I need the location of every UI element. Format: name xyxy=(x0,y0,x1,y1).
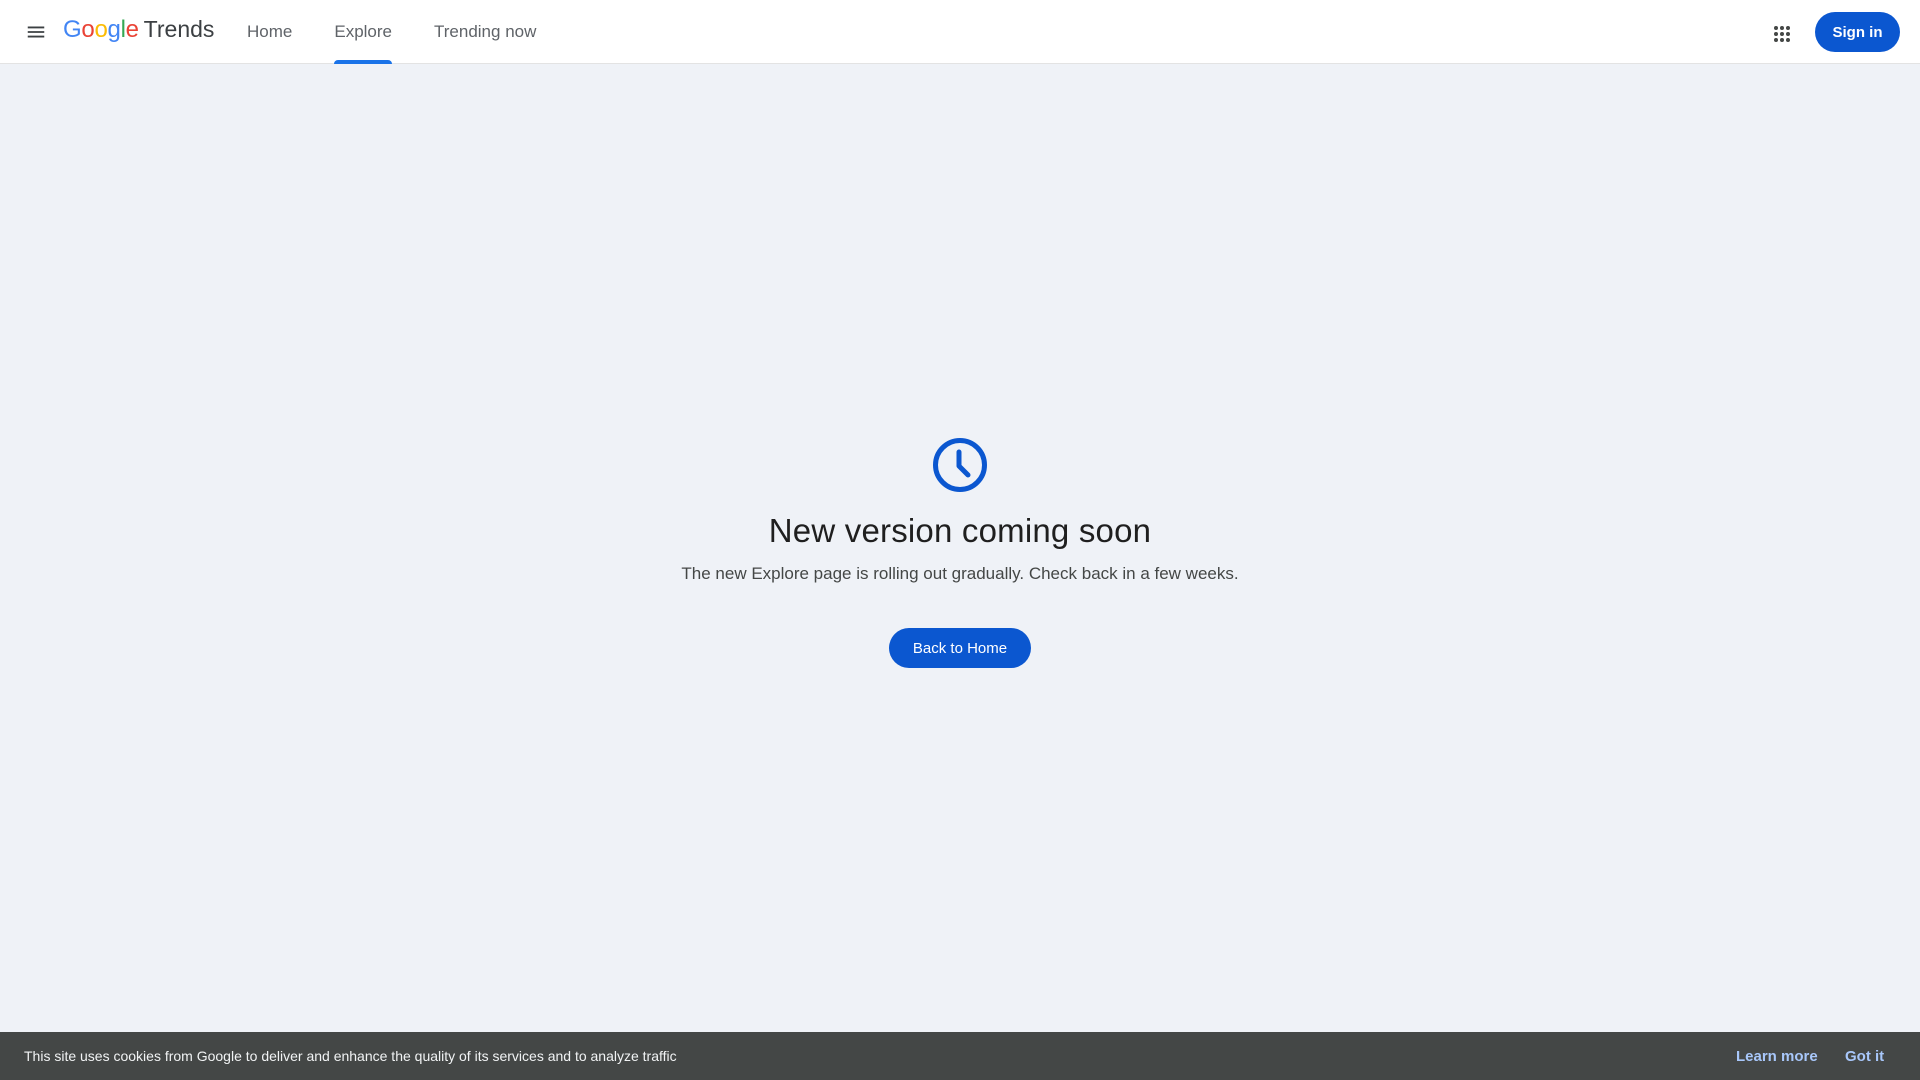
google-logo-letter: e xyxy=(125,16,139,43)
active-tab-indicator xyxy=(334,60,392,64)
top-app-bar: Google Trends Home Explore Trending now … xyxy=(0,0,1920,64)
got-it-button[interactable]: Got it xyxy=(1845,1048,1884,1065)
google-logo-letter: o xyxy=(81,16,95,43)
hamburger-menu-icon xyxy=(27,26,45,38)
google-wordmark: Google xyxy=(63,16,139,44)
google-logo-letter: g xyxy=(107,16,121,43)
cookie-banner: This site uses cookies from Google to de… xyxy=(0,1032,1920,1080)
clock-icon xyxy=(933,438,987,492)
tab-trending-now-label: Trending now xyxy=(434,22,537,41)
learn-more-link[interactable]: Learn more xyxy=(1736,1048,1818,1065)
tab-home[interactable]: Home xyxy=(226,0,313,64)
sign-in-button[interactable]: Sign in xyxy=(1815,12,1900,52)
cookie-notice-text: This site uses cookies from Google to de… xyxy=(24,1048,677,1064)
tab-explore-label: Explore xyxy=(334,22,392,41)
google-logo-letter: o xyxy=(94,16,108,43)
coming-soon-panel: New version coming soon The new Explore … xyxy=(0,437,1920,668)
tab-explore[interactable]: Explore xyxy=(313,0,413,64)
google-trends-logo[interactable]: Google Trends xyxy=(63,16,214,48)
google-apps-button[interactable] xyxy=(1762,14,1802,54)
back-to-home-button[interactable]: Back to Home xyxy=(888,628,1032,668)
page-heading: New version coming soon xyxy=(768,512,1152,549)
main-menu-button[interactable] xyxy=(18,14,54,50)
tab-home-label: Home xyxy=(247,22,293,41)
tab-trending-now[interactable]: Trending now xyxy=(413,0,557,64)
google-apps-grid-icon xyxy=(1774,26,1790,42)
main-navigation: Home Explore Trending now xyxy=(226,0,557,64)
trends-wordmark: Trends xyxy=(143,16,215,42)
google-logo-letter: G xyxy=(63,16,82,43)
page-message: The new Explore page is rolling out grad… xyxy=(681,564,1239,583)
